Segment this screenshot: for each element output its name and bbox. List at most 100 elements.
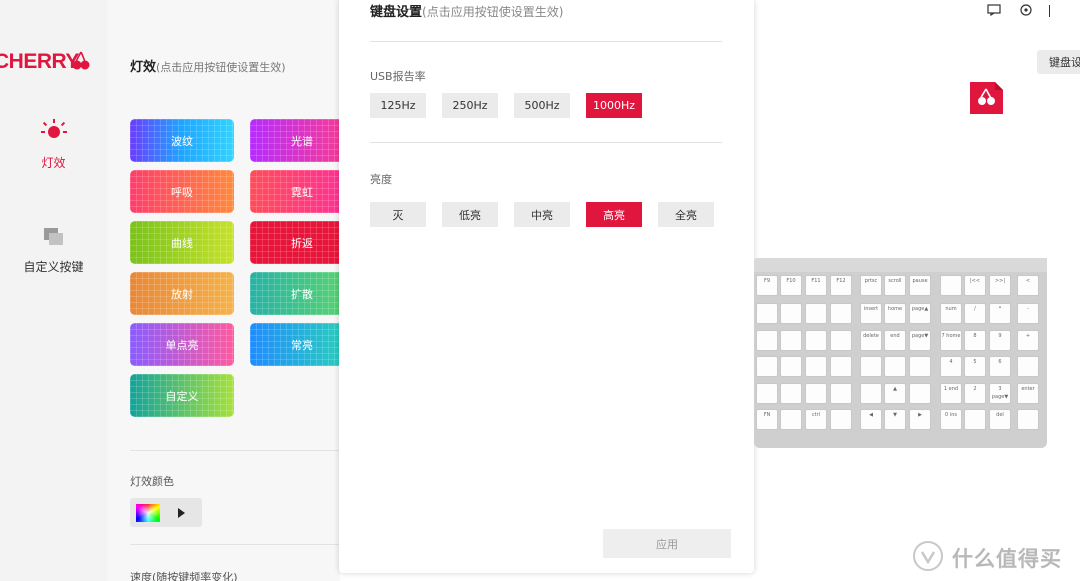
keyboard-key xyxy=(884,356,906,377)
keyboard-key: page▲ xyxy=(909,303,931,324)
option-button[interactable]: 高亮 xyxy=(586,202,642,227)
keyboard-key xyxy=(860,383,882,404)
keyboard-key xyxy=(756,303,778,324)
keyboard-key: ▶ xyxy=(909,409,931,430)
keyboard-key: 3 page▼ xyxy=(989,383,1011,404)
logo-text: CHERRY xyxy=(0,50,79,73)
effect-tile[interactable]: 自定义 xyxy=(130,374,234,417)
effect-label: 折返 xyxy=(291,236,313,250)
effect-label: 常亮 xyxy=(291,338,313,352)
keyboard-key: - xyxy=(1017,303,1039,324)
keyboard-key xyxy=(1017,356,1039,377)
effect-label: 呼吸 xyxy=(171,185,193,199)
option-button[interactable]: 250Hz xyxy=(442,93,498,118)
keyboard-illustration: F9 F10 F11 F12 prtsc scroll pause |<< >>| < insert… xyxy=(754,258,1047,448)
keyboard-key: F9 xyxy=(756,275,778,296)
effect-tile[interactable]: 波纹 xyxy=(130,119,234,162)
keyboard-key xyxy=(780,330,802,351)
keyboard-key: ctrl xyxy=(805,409,827,430)
panel-title-text: 灯效 xyxy=(130,60,157,75)
usb-rate-label: USB报告率 xyxy=(370,70,426,83)
keyboard-key xyxy=(909,356,931,377)
keyboard-key: + xyxy=(1017,330,1039,351)
keyboard-key: pause xyxy=(909,275,931,296)
effect-label: 光谱 xyxy=(291,134,313,148)
keyboard-key: home xyxy=(884,303,906,324)
keyboard-key: end xyxy=(884,330,906,351)
option-button[interactable]: 中亮 xyxy=(514,202,570,227)
keyboard-key: enter xyxy=(1017,383,1039,404)
keyboard-key: 7 home xyxy=(940,330,962,351)
divider xyxy=(370,41,722,42)
separator-icon xyxy=(1049,5,1050,17)
option-button[interactable]: 灭 xyxy=(370,202,426,227)
effect-tile[interactable]: 单点亮 xyxy=(130,323,234,366)
keyboard-key xyxy=(1017,409,1039,430)
keyboard-key xyxy=(830,409,852,430)
keyboard-key: delete xyxy=(860,330,882,351)
keyboard-key xyxy=(909,383,931,404)
divider xyxy=(130,544,340,545)
effect-label: 霓虹 xyxy=(291,185,313,199)
feedback-icon[interactable] xyxy=(987,4,1001,16)
keyboard-key: < xyxy=(1017,275,1039,296)
keyboard-key: |<< xyxy=(964,275,986,296)
keyboard-key xyxy=(805,330,827,351)
play-icon xyxy=(178,508,185,518)
effect-label: 自定义 xyxy=(165,389,199,403)
cherry-badge-icon[interactable] xyxy=(970,82,1003,114)
effect-label: 波纹 xyxy=(171,134,193,148)
keyboard-key: 8 xyxy=(964,330,986,351)
effect-tile[interactable]: 呼吸 xyxy=(130,170,234,213)
option-button[interactable]: 全亮 xyxy=(658,202,714,227)
keyboard-key xyxy=(830,383,852,404)
settings-icon[interactable] xyxy=(1019,3,1033,17)
effect-label: 曲线 xyxy=(171,236,193,250)
color-label: 灯效颜色 xyxy=(130,475,174,488)
keyboard-key: del xyxy=(989,409,1011,430)
keyboard-settings-dialog: 键盘设置(点击应用按钮使设置生效) USB报告率 125Hz 250Hz 500Hz… xyxy=(339,0,754,573)
effect-label: 单点亮 xyxy=(165,338,199,352)
watermark: 什么值得买 xyxy=(912,540,1080,572)
keyboard-key xyxy=(805,303,827,324)
keyboard-key: 1 end xyxy=(940,383,962,404)
apply-button[interactable]: 应用 xyxy=(603,529,731,558)
keyboard-key: 2 xyxy=(964,383,986,404)
option-button[interactable]: 1000Hz xyxy=(586,93,642,118)
keyboard-key xyxy=(860,356,882,377)
keyboard-key xyxy=(756,356,778,377)
option-button[interactable]: 低亮 xyxy=(442,202,498,227)
keyboard-key xyxy=(780,356,802,377)
keyboard-key: * xyxy=(989,303,1011,324)
option-button[interactable]: 500Hz xyxy=(514,93,570,118)
keyboard-settings-button[interactable]: 键盘设置 xyxy=(1037,50,1080,74)
keys-icon xyxy=(43,228,63,245)
effect-tile[interactable]: 曲线 xyxy=(130,221,234,264)
bulb-icon xyxy=(40,119,67,138)
dialog-title: 键盘设置(点击应用按钮使设置生效) xyxy=(370,1,563,20)
divider xyxy=(130,450,340,451)
effect-label: 扩散 xyxy=(291,287,313,301)
keyboard-key: F10 xyxy=(780,275,802,296)
keyboard-key xyxy=(805,356,827,377)
dialog-title-text: 键盘设置 xyxy=(370,5,423,20)
cherry-logo: CHERRY xyxy=(0,48,107,76)
nav-item-lighting[interactable]: 灯效 xyxy=(0,118,107,171)
panel-title: 灯效(点击应用按钮使设置生效) xyxy=(130,56,286,75)
keyboard-key: num xyxy=(940,303,962,324)
effect-tile[interactable]: 放射 xyxy=(130,272,234,315)
keyboard-key: 5 xyxy=(964,356,986,377)
keyboard-key xyxy=(780,409,802,430)
keyboard-key: 9 xyxy=(989,330,1011,351)
keyboard-key xyxy=(830,356,852,377)
color-picker[interactable] xyxy=(130,498,202,527)
keyboard-key xyxy=(780,303,802,324)
nav-item-custom-keys[interactable]: 自定义按键 xyxy=(0,226,107,275)
cherry-icon xyxy=(72,51,90,70)
option-button[interactable]: 125Hz xyxy=(370,93,426,118)
keyboard-key: >>| xyxy=(989,275,1011,296)
left-nav: CHERRY 灯效 自定义按键 xyxy=(0,0,107,581)
color-swatch xyxy=(136,504,160,522)
keyboard-key xyxy=(830,303,852,324)
keyboard-key: 0 ins xyxy=(940,409,962,430)
